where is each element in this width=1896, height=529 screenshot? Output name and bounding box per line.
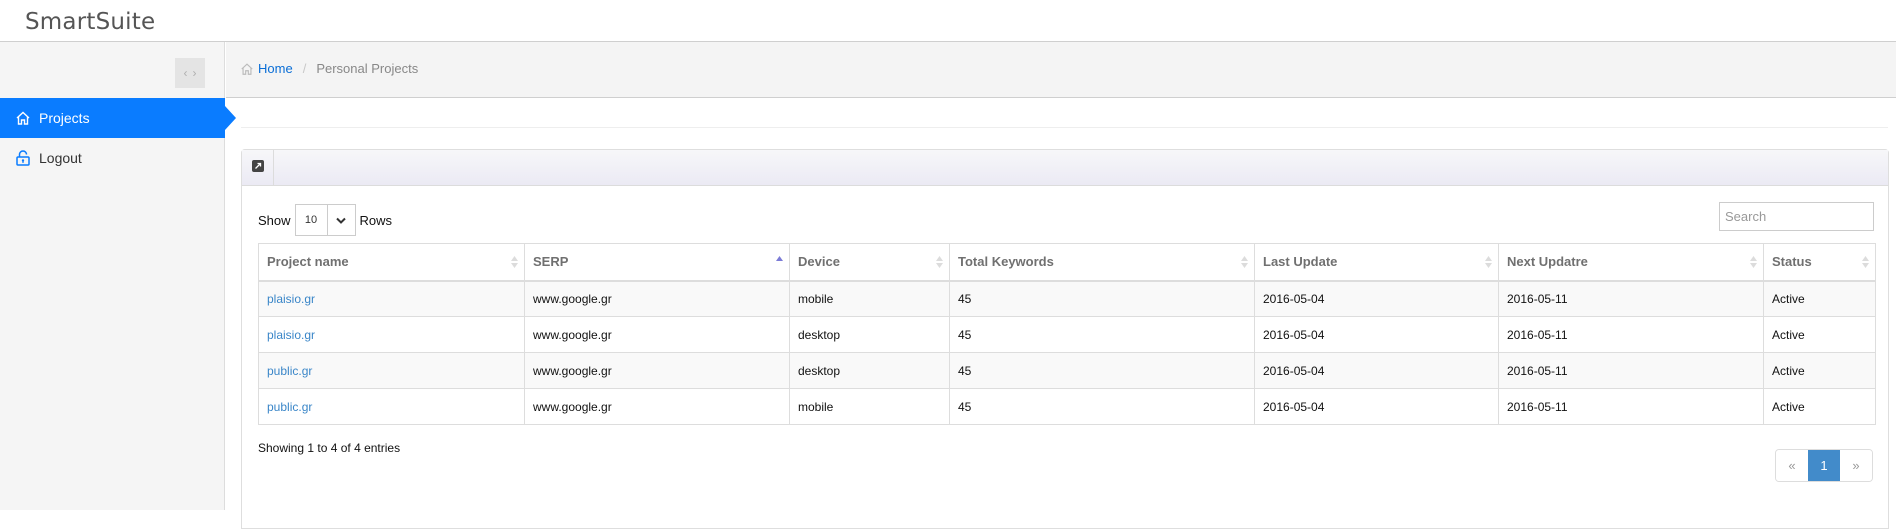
- cell-device: mobile: [789, 280, 950, 317]
- sidebar-item-label: Logout: [39, 150, 82, 166]
- unlock-icon: [15, 150, 31, 166]
- column-header-label: Device: [798, 254, 840, 270]
- search-input[interactable]: [1719, 202, 1874, 231]
- column-header-last-update[interactable]: Last Update: [1254, 243, 1499, 282]
- breadcrumb-bar: Home / Personal Projects: [226, 42, 1896, 98]
- cell-project-name: public.gr: [258, 352, 525, 389]
- cell-serp: www.google.gr: [524, 352, 790, 389]
- table-row: plaisio.gr www.google.gr mobile 45 2016-05-0…: [258, 280, 1876, 317]
- page-size-control: Show 10 Rows: [258, 204, 392, 236]
- sort-asc-icon: [776, 255, 783, 269]
- column-header-label: SERP: [533, 254, 569, 270]
- cell-status: Active: [1763, 280, 1876, 317]
- cell-total-keywords: 45: [949, 388, 1255, 425]
- chevron-right-icon: ›: [192, 66, 197, 80]
- project-link[interactable]: plaisio.gr: [267, 328, 315, 342]
- column-header-label: Total Keywords: [958, 254, 1054, 270]
- cell-last-update: 2016-05-04: [1254, 388, 1499, 425]
- cell-serp: www.google.gr: [524, 280, 790, 317]
- breadcrumb-current: Personal Projects: [316, 61, 419, 76]
- cell-last-update: 2016-05-04: [1254, 280, 1499, 317]
- cell-total-keywords: 45: [949, 316, 1255, 353]
- cell-next-update: 2016-05-11: [1498, 280, 1764, 317]
- app-logo: SmartSuite: [25, 9, 156, 35]
- sidebar-item-logout[interactable]: Logout: [0, 138, 225, 178]
- chevron-left-icon: ‹: [183, 66, 188, 80]
- cell-serp: www.google.gr: [524, 388, 790, 425]
- column-header-project-name[interactable]: Project name: [258, 243, 525, 282]
- cell-project-name: public.gr: [258, 388, 525, 425]
- project-link[interactable]: public.gr: [267, 364, 312, 378]
- project-link[interactable]: public.gr: [267, 400, 312, 414]
- sort-both-icon: [1485, 255, 1492, 269]
- expand-icon: [251, 160, 264, 175]
- content-divider: [241, 127, 1888, 128]
- cell-device: desktop: [789, 352, 950, 389]
- cell-project-name: plaisio.gr: [258, 280, 525, 317]
- projects-panel: Show 10 Rows Project name SERP Device Total…: [241, 149, 1889, 529]
- cell-serp: www.google.gr: [524, 316, 790, 353]
- sort-both-icon: [1750, 255, 1757, 269]
- page-size-select[interactable]: 10: [294, 204, 356, 236]
- table-row: plaisio.gr www.google.gr desktop 45 2016-05-…: [258, 316, 1876, 353]
- cell-status: Active: [1763, 388, 1876, 425]
- sidebar-item-label: Projects: [39, 110, 90, 126]
- breadcrumb: Home / Personal Projects: [240, 61, 418, 76]
- cell-status: Active: [1763, 352, 1876, 389]
- top-bar: SmartSuite: [0, 0, 1896, 42]
- cell-total-keywords: 45: [949, 280, 1255, 317]
- pagination: « 1 »: [1775, 449, 1873, 482]
- cell-next-update: 2016-05-11: [1498, 316, 1764, 353]
- column-header-total-keywords[interactable]: Total Keywords: [949, 243, 1255, 282]
- pagination-prev-button[interactable]: «: [1776, 450, 1808, 481]
- home-icon: [15, 110, 31, 126]
- sidebar-item-projects[interactable]: Projects: [0, 98, 236, 138]
- table-body: plaisio.gr www.google.gr mobile 45 2016-05-0…: [258, 280, 1876, 425]
- sidebar-toggle-button[interactable]: ‹ ›: [175, 58, 205, 88]
- page-size-value: 10: [296, 205, 328, 235]
- column-header-serp[interactable]: SERP: [524, 243, 790, 282]
- rows-label: Rows: [359, 212, 393, 228]
- table-row: public.gr www.google.gr mobile 45 2016-05-04…: [258, 388, 1876, 425]
- column-header-label: Status: [1772, 254, 1812, 270]
- column-header-label: Project name: [267, 254, 349, 270]
- column-header-device[interactable]: Device: [789, 243, 950, 282]
- column-header-label: Last Update: [1263, 254, 1338, 270]
- table-info: Showing 1 to 4 of 4 entries: [258, 441, 401, 455]
- column-header-label: Next Updatre: [1507, 254, 1588, 270]
- cell-status: Active: [1763, 316, 1876, 353]
- cell-next-update: 2016-05-11: [1498, 352, 1764, 389]
- sort-both-icon: [1862, 255, 1869, 269]
- pagination-next-button[interactable]: »: [1840, 450, 1872, 481]
- cell-last-update: 2016-05-04: [1254, 316, 1499, 353]
- table-header-row: Project name SERP Device Total Keywords Last…: [258, 243, 1876, 282]
- cell-next-update: 2016-05-11: [1498, 388, 1764, 425]
- panel-header: [242, 150, 1888, 186]
- breadcrumb-home-link[interactable]: Home: [258, 61, 293, 76]
- sort-both-icon: [936, 255, 943, 269]
- cell-device: mobile: [789, 388, 950, 425]
- table-row: public.gr www.google.gr desktop 45 2016-05-0…: [258, 352, 1876, 389]
- cell-project-name: plaisio.gr: [258, 316, 525, 353]
- show-label: Show: [258, 212, 291, 228]
- expand-button[interactable]: [242, 150, 274, 185]
- column-header-next-update[interactable]: Next Updatre: [1498, 243, 1764, 282]
- pagination-page-button[interactable]: 1: [1808, 450, 1840, 481]
- project-link[interactable]: plaisio.gr: [267, 292, 315, 306]
- breadcrumb-separator: /: [302, 61, 307, 76]
- projects-table: Project name SERP Device Total Keywords Last…: [258, 243, 1876, 425]
- sort-both-icon: [1241, 255, 1248, 269]
- cell-last-update: 2016-05-04: [1254, 352, 1499, 389]
- chevron-down-icon: [328, 205, 355, 235]
- sort-both-icon: [511, 255, 518, 269]
- home-icon: [240, 62, 254, 76]
- sidebar: ‹ › Projects Logout: [0, 42, 236, 510]
- cell-total-keywords: 45: [949, 352, 1255, 389]
- cell-device: desktop: [789, 316, 950, 353]
- column-header-status[interactable]: Status: [1763, 243, 1876, 282]
